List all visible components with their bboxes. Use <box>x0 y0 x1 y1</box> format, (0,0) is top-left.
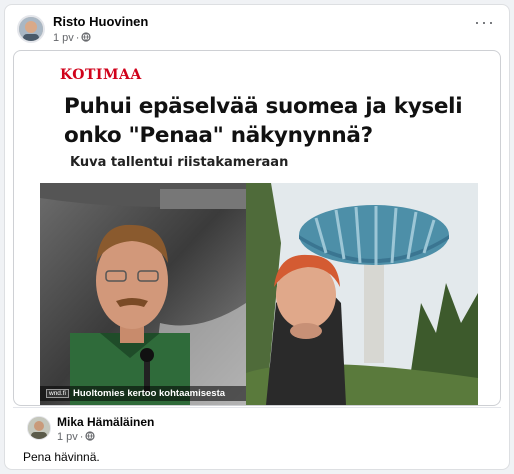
comment-meta-separator: · <box>79 431 84 443</box>
post-card: Risto Huovinen 1 pv · ··· KOTIMAA Puhui … <box>4 4 510 470</box>
caption-text: Huoltomies kertoo kohtaamisesta <box>72 388 226 399</box>
article-headline: Puhui epäselvää suomea ja kyseli onko "P… <box>64 94 463 148</box>
globe-icon <box>81 32 92 44</box>
shared-image-attachment[interactable]: KOTIMAA Puhui epäselvää suomea ja kyseli… <box>13 50 501 406</box>
post-meta: 1 pv · <box>53 32 92 44</box>
caption-logo: wnd.fi <box>46 389 69 398</box>
article-subheadline: Kuva tallentui riistakameraan <box>70 155 289 170</box>
article-category: KOTIMAA <box>60 67 142 83</box>
video-caption: wnd.fi Huoltomies kertoo kohtaamisesta <box>40 386 246 401</box>
more-options-button[interactable]: ··· <box>474 13 495 31</box>
meta-separator: · <box>75 32 80 44</box>
commenter-avatar[interactable] <box>27 416 51 440</box>
comment-time[interactable]: 1 pv <box>57 431 78 443</box>
water-tower-photo <box>246 183 478 405</box>
post-author-name[interactable]: Risto Huovinen <box>53 14 148 29</box>
comment-meta: 1 pv · <box>57 431 96 443</box>
article-screenshot: KOTIMAA Puhui epäselvää suomea ja kyseli… <box>36 59 482 405</box>
comment-text: Pena hävinnä. <box>23 450 100 464</box>
comment-divider <box>13 407 501 408</box>
post-time[interactable]: 1 pv <box>53 32 74 44</box>
man-photo: wnd.fi Huoltomies kertoo kohtaamisesta <box>40 183 246 405</box>
author-avatar[interactable] <box>17 15 45 43</box>
comment-author-name[interactable]: Mika Hämäläinen <box>57 415 154 429</box>
globe-icon <box>85 431 96 443</box>
